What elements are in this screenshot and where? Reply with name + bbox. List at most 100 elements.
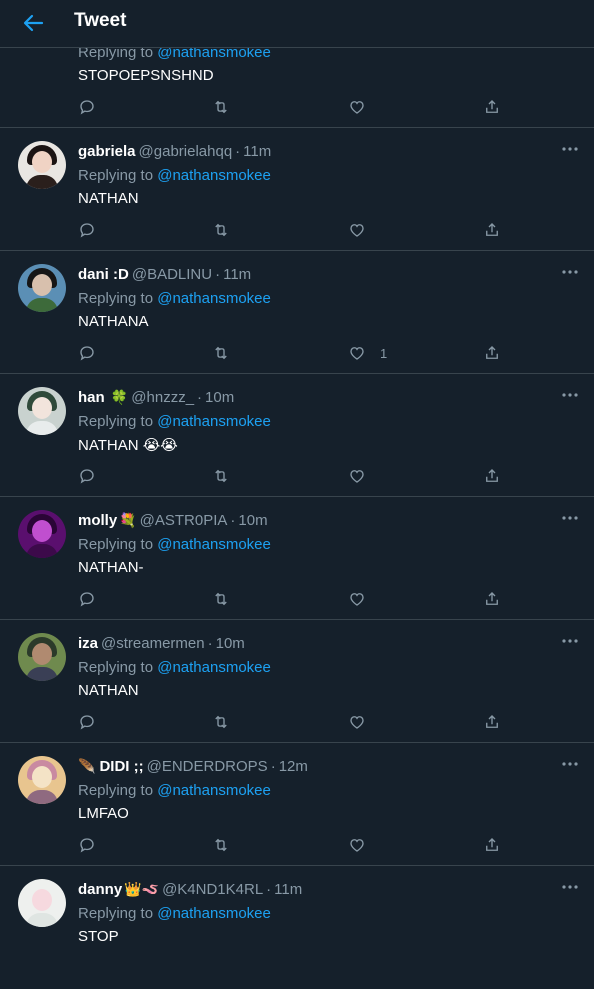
display-name[interactable]: molly [78, 512, 117, 529]
user-handle[interactable]: @BADLINU [132, 266, 212, 283]
user-avatar[interactable] [18, 879, 66, 927]
more-options-icon[interactable] [560, 387, 580, 403]
back-arrow-icon[interactable] [18, 8, 48, 38]
tweet-item[interactable]: iza @streamermen · 10m Replying to @nathans… [0, 621, 594, 743]
timestamp[interactable]: 10m [205, 389, 234, 406]
replying-to: Replying to @nathansmokee [78, 290, 271, 307]
reply-button[interactable] [78, 713, 96, 733]
share-button[interactable] [483, 221, 501, 241]
reply-icon [80, 223, 94, 238]
display-name[interactable]: iza [78, 635, 98, 652]
retweet-icon [215, 715, 227, 729]
separator-dot: · [197, 389, 203, 406]
timestamp[interactable]: 10m [238, 512, 267, 529]
tweet-item[interactable]: danny 👑🪱 @K4ND1K4RL · 11m Replying to @natha… [0, 867, 594, 989]
retweet-icon [215, 346, 227, 360]
share-button[interactable] [483, 713, 501, 733]
replying-label: Replying to [78, 167, 154, 184]
timestamp[interactable]: 11m [274, 881, 302, 898]
more-options-icon[interactable] [560, 510, 580, 526]
page-title: Tweet [74, 10, 127, 31]
mention-link[interactable]: @nathansmokee [157, 659, 271, 676]
mention-link[interactable]: @nathansmokee [157, 782, 271, 799]
more-options-icon[interactable] [560, 879, 580, 895]
replying-to: Replying to @nathansmokee [78, 536, 271, 553]
user-handle[interactable]: @streamermen [101, 635, 205, 652]
reply-icon [80, 100, 94, 115]
more-options-icon[interactable] [560, 756, 580, 772]
tweet-text: NATHAN- [78, 559, 144, 576]
timestamp[interactable]: 11m [243, 143, 271, 160]
user-handle[interactable]: @ASTR0PIA [140, 512, 228, 529]
reply-button[interactable] [78, 344, 96, 364]
display-name[interactable]: DIDI ;; [99, 758, 143, 775]
user-handle[interactable]: @K4ND1K4RL [162, 881, 263, 898]
heart-icon [350, 224, 364, 237]
user-avatar[interactable] [18, 141, 66, 189]
timestamp[interactable]: 12m [279, 758, 308, 775]
tweet-item[interactable]: molly 💐 @ASTR0PIA · 10m Replying to @nathans… [0, 498, 594, 620]
more-options-icon[interactable] [560, 264, 580, 280]
share-button[interactable] [483, 590, 501, 610]
reply-button[interactable] [78, 221, 96, 241]
like-button[interactable] [348, 467, 366, 487]
retweet-button[interactable] [212, 221, 230, 241]
mention-link[interactable]: @nathansmokee [157, 536, 271, 553]
reply-button[interactable] [78, 836, 96, 856]
replying-to: Replying to @nathansmokee [78, 413, 271, 430]
like-button[interactable] [348, 221, 366, 241]
reply-button[interactable] [78, 467, 96, 487]
share-button[interactable] [483, 344, 501, 364]
user-handle[interactable]: @gabrielahqq [139, 143, 233, 160]
share-button[interactable] [483, 467, 501, 487]
more-options-icon[interactable] [560, 141, 580, 157]
tweet-item[interactable]: dani :D @BADLINU · 11m Replying to @nathans… [0, 252, 594, 374]
tweet-header: gabriela @gabrielahqq · 11m [78, 143, 271, 160]
user-avatar[interactable] [18, 756, 66, 804]
share-button[interactable] [483, 836, 501, 856]
mention-link[interactable]: @nathansmokee [157, 167, 271, 184]
timestamp[interactable]: 10m [216, 635, 245, 652]
user-avatar[interactable] [18, 633, 66, 681]
retweet-button[interactable] [212, 98, 230, 118]
like-button[interactable] [348, 590, 366, 610]
mention-link[interactable]: @nathansmokee [157, 290, 271, 307]
like-button[interactable] [348, 344, 366, 364]
more-options-icon[interactable] [560, 633, 580, 649]
mention-link[interactable]: @nathansmokee [157, 905, 271, 922]
display-name[interactable]: gabriela [78, 143, 136, 160]
retweet-button[interactable] [212, 590, 230, 610]
retweet-button[interactable] [212, 836, 230, 856]
share-icon [486, 346, 498, 359]
display-name[interactable]: dani :D [78, 266, 129, 283]
user-avatar[interactable] [18, 264, 66, 312]
user-avatar[interactable] [18, 387, 66, 435]
like-button[interactable] [348, 98, 366, 118]
replying-label: Replying to [78, 413, 154, 430]
tweet-item[interactable]: gabriela @gabrielahqq · 11m Replying to @na… [0, 129, 594, 251]
share-button[interactable] [483, 98, 501, 118]
name-emoji: 👑🪱 [124, 881, 160, 897]
tweet-text: NATHAN [78, 190, 139, 207]
reply-button[interactable] [78, 98, 96, 118]
retweet-button[interactable] [212, 344, 230, 364]
heart-icon [350, 839, 364, 852]
timestamp[interactable]: 11m [223, 266, 251, 283]
mention-link[interactable]: @nathansmokee [157, 413, 271, 430]
tweet-item[interactable]: 🪶 DIDI ;; @ENDERDROPS · 12m Replying to @nat… [0, 744, 594, 866]
like-count: 1 [380, 346, 388, 361]
like-button[interactable] [348, 836, 366, 856]
user-handle[interactable]: @hnzzz_ [131, 389, 194, 406]
tweet-item[interactable]: han 🍀 @hnzzz_ · 10m Replying to @nathansmok… [0, 375, 594, 497]
user-handle[interactable]: @ENDERDROPS [147, 758, 268, 775]
display-name[interactable]: han [78, 389, 105, 406]
reply-button[interactable] [78, 590, 96, 610]
retweet-button[interactable] [212, 713, 230, 733]
like-button[interactable] [348, 713, 366, 733]
retweet-button[interactable] [212, 467, 230, 487]
tweet-header: dani :D @BADLINU · 11m [78, 266, 251, 283]
display-name[interactable]: danny [78, 881, 122, 898]
tweet-text: NATHAN [78, 682, 139, 699]
user-avatar[interactable] [18, 510, 66, 558]
separator-dot: · [270, 758, 276, 775]
